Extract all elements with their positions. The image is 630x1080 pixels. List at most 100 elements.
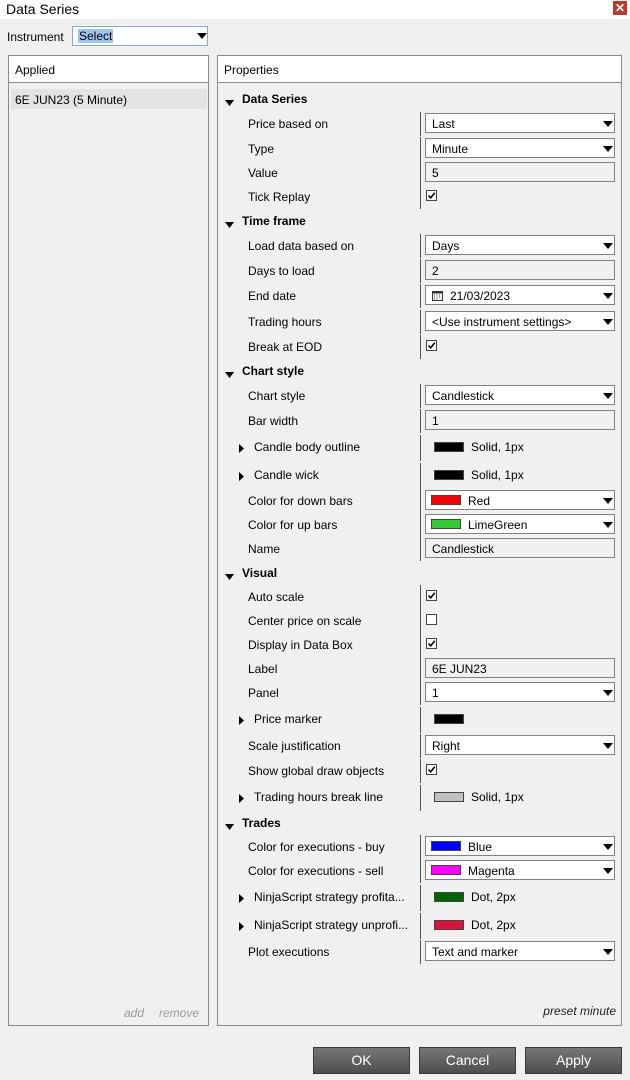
bar-width-input[interactable]: 1 <box>425 410 615 430</box>
cancel-button[interactable]: Cancel <box>419 1047 516 1074</box>
column-divider <box>420 112 421 136</box>
section-chart-style[interactable]: Chart style <box>219 359 622 383</box>
row-up-bars: Color for up bars LimeGreen <box>219 513 622 537</box>
dropdown-value: Minute <box>432 142 469 156</box>
value-input[interactable]: 5 <box>425 162 615 182</box>
row-days-to-load: Days to load 2 <box>219 259 622 283</box>
property-label: Bar width <box>248 414 299 428</box>
add-link[interactable]: add <box>124 1006 144 1020</box>
property-label: Display in Data Box <box>248 638 353 652</box>
remove-link[interactable]: remove <box>159 1006 199 1020</box>
expand-arrow-icon[interactable] <box>239 892 244 906</box>
input-value: 2 <box>432 264 439 278</box>
expand-arrow-icon[interactable] <box>239 714 244 728</box>
row-price-marker: Price marker <box>219 707 622 733</box>
input-value: 6E JUN23 <box>432 662 487 676</box>
section-data-series[interactable]: Data Series <box>219 87 622 111</box>
row-display-data-box: Display in Data Box <box>219 633 622 657</box>
section-time-frame[interactable]: Time frame <box>219 209 622 233</box>
property-label: Tick Replay <box>248 190 311 204</box>
applied-panel: Applied 6E JUN23 (5 Minute) add remove <box>8 55 209 1026</box>
column-divider <box>420 310 421 334</box>
property-label: Type <box>248 142 275 156</box>
collapse-arrow-icon <box>225 819 234 833</box>
tick-replay-checkbox[interactable] <box>426 190 437 201</box>
exec-sell-color-dropdown[interactable]: Magenta <box>425 860 615 880</box>
stroke-color-swatch[interactable] <box>434 792 464 802</box>
type-dropdown[interactable]: Minute <box>425 138 615 158</box>
marker-color-swatch[interactable] <box>434 714 464 724</box>
expand-arrow-icon[interactable] <box>239 442 244 456</box>
property-label: Name <box>248 542 281 556</box>
global-draw-checkbox[interactable] <box>426 764 437 775</box>
price-based-on-dropdown[interactable]: Last <box>425 113 615 133</box>
column-divider <box>420 137 421 161</box>
applied-list-item[interactable]: 6E JUN23 (5 Minute) <box>11 89 207 109</box>
column-divider <box>420 633 421 657</box>
exec-buy-color-dropdown[interactable]: Blue <box>425 836 615 856</box>
dropdown-value: Right <box>432 739 461 753</box>
column-divider <box>420 185 421 209</box>
property-label: Label <box>248 662 278 676</box>
row-profitable: NinjaScript strategy profita... Dot, 2px <box>219 885 622 911</box>
checkmark-icon <box>427 342 436 350</box>
property-label: Color for executions - buy <box>248 840 385 854</box>
row-exec-sell: Color for executions - sell Magenta <box>219 859 622 883</box>
dropdown-value: LimeGreen <box>468 518 528 532</box>
properties-title: Properties <box>224 63 279 77</box>
load-data-dropdown[interactable]: Days <box>425 235 615 255</box>
stroke-color-swatch[interactable] <box>434 920 464 930</box>
apply-button[interactable]: Apply <box>525 1047 622 1074</box>
preset-link[interactable]: preset minute <box>543 1004 616 1018</box>
section-title: Visual <box>242 566 278 580</box>
input-value: 5 <box>432 166 439 180</box>
property-label: Candle wick <box>254 468 319 482</box>
trading-hours-dropdown[interactable]: <Use instrument settings> <box>425 311 615 331</box>
column-divider <box>420 259 421 283</box>
row-trading-hours: Trading hours <Use instrument settings> <box>219 310 622 334</box>
collapse-arrow-icon <box>225 367 234 381</box>
close-button[interactable]: ✕ <box>613 1 627 15</box>
color-swatch <box>431 495 461 505</box>
expand-arrow-icon[interactable] <box>239 470 244 484</box>
property-label: Price marker <box>254 712 323 726</box>
days-to-load-input[interactable]: 2 <box>425 260 615 280</box>
property-label: Days to load <box>248 264 315 278</box>
row-chart-style: Chart style Candlestick <box>219 384 622 408</box>
up-bars-color-dropdown[interactable]: LimeGreen <box>425 514 615 534</box>
expand-arrow-icon[interactable] <box>239 792 244 806</box>
property-label: Value <box>248 166 278 180</box>
property-label: Price based on <box>248 117 329 131</box>
down-bars-color-dropdown[interactable]: Red <box>425 490 615 510</box>
section-visual[interactable]: Visual <box>219 561 622 585</box>
row-down-bars: Color for down bars Red <box>219 489 622 513</box>
center-price-checkbox[interactable] <box>426 614 437 625</box>
stroke-color-swatch[interactable] <box>434 442 464 452</box>
panel-dropdown[interactable]: 1 <box>425 682 615 702</box>
label-input[interactable]: 6E JUN23 <box>425 658 615 678</box>
column-divider <box>420 537 421 561</box>
section-trades[interactable]: Trades <box>219 811 622 835</box>
column-divider <box>420 234 421 258</box>
display-data-box-checkbox[interactable] <box>426 638 437 649</box>
property-label: Panel <box>248 686 279 700</box>
property-label: Trading hours <box>248 315 322 329</box>
dropdown-value: 1 <box>432 686 439 700</box>
dropdown-value: Text and marker <box>432 945 519 959</box>
dropdown-value: Candlestick <box>432 389 495 403</box>
chart-style-dropdown[interactable]: Candlestick <box>425 385 615 405</box>
stroke-color-swatch[interactable] <box>434 470 464 480</box>
expand-arrow-icon[interactable] <box>239 920 244 934</box>
plot-executions-dropdown[interactable]: Text and marker <box>425 941 615 961</box>
break-eod-checkbox[interactable] <box>426 340 437 351</box>
row-unprofitable: NinjaScript strategy unprofi... Dot, 2px <box>219 913 622 939</box>
ok-button[interactable]: OK <box>313 1047 410 1074</box>
end-date-picker[interactable]: 21/03/2023 <box>425 285 615 305</box>
instrument-select[interactable]: Select <box>72 26 208 46</box>
row-global-draw: Show global draw objects <box>219 759 622 783</box>
scale-justification-dropdown[interactable]: Right <box>425 735 615 755</box>
name-input[interactable]: Candlestick <box>425 538 615 558</box>
auto-scale-checkbox[interactable] <box>426 590 437 601</box>
stroke-color-swatch[interactable] <box>434 892 464 902</box>
row-end-date: End date 21/03/2023 <box>219 284 622 308</box>
